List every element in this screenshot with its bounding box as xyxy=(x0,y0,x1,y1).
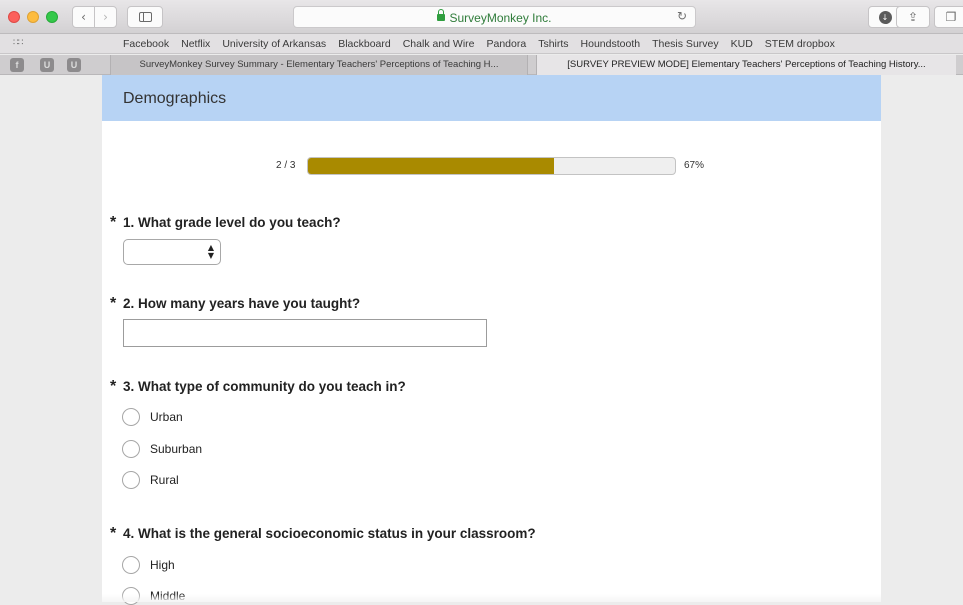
radio-option-rural[interactable]: Rural xyxy=(122,471,179,489)
favorite-link-thesis-survey[interactable]: Thesis Survey xyxy=(652,38,719,50)
grade-level-select[interactable]: ▲ ▼ xyxy=(123,239,221,265)
address-bar[interactable]: SurveyMonkey Inc. ↻ xyxy=(293,6,696,28)
tabs-icon: ❐ xyxy=(945,10,957,24)
question-2-title: * 2. How many years have you taught? xyxy=(110,295,360,313)
radio-button[interactable] xyxy=(122,440,140,458)
pinned-tab-facebook[interactable]: f xyxy=(10,58,24,72)
favorites-links: Facebook Netflix University of Arkansas … xyxy=(123,38,847,50)
survey-page: Demographics 2 / 3 67% * 1. What grade l… xyxy=(102,75,881,605)
question-text: How many years have you taught? xyxy=(138,296,361,311)
required-marker: * xyxy=(110,378,117,395)
minimize-window-button[interactable] xyxy=(27,11,39,23)
radio-option-urban[interactable]: Urban xyxy=(122,408,183,426)
arkansas-u-icon: U xyxy=(70,60,78,70)
radio-label: Urban xyxy=(150,410,183,424)
share-icon: ⇪ xyxy=(907,10,919,24)
show-tabs-button[interactable]: ❐ xyxy=(934,6,963,28)
arkansas-u-icon: U xyxy=(43,60,51,70)
select-arrows-icon: ▲ ▼ xyxy=(207,243,214,260)
radio-label: Suburban xyxy=(150,442,203,456)
share-button[interactable]: ⇪ xyxy=(896,6,930,28)
favorite-link-university-of-arkansas[interactable]: University of Arkansas xyxy=(222,38,326,50)
favorite-link-blackboard[interactable]: Blackboard xyxy=(338,38,391,50)
favorite-link-houndstooth[interactable]: Houndstooth xyxy=(581,38,641,50)
tab-bar: f U U SurveyMonkey Survey Summary - Elem… xyxy=(0,55,963,75)
progress-bar xyxy=(307,157,676,175)
reload-icon[interactable]: ↻ xyxy=(677,9,687,23)
required-marker: * xyxy=(110,525,117,542)
tab-title: [SURVEY PREVIEW MODE] Elementary Teacher… xyxy=(567,59,926,70)
required-marker: * xyxy=(110,214,117,231)
favorite-link-tshirts[interactable]: Tshirts xyxy=(538,38,568,50)
url-display: SurveyMonkey Inc. xyxy=(294,9,695,25)
question-number: 4. xyxy=(123,526,135,541)
tab-survey-preview[interactable]: [SURVEY PREVIEW MODE] Elementary Teacher… xyxy=(536,55,956,75)
page-title: Demographics xyxy=(123,90,227,107)
sidebar-button[interactable] xyxy=(127,6,163,28)
browser-toolbar: ‹ › SurveyMonkey Inc. ↻ ↓ ⇪ ❐ xyxy=(0,0,963,34)
pinned-tab-arkansas-1[interactable]: U xyxy=(40,58,54,72)
page-header: Demographics xyxy=(102,75,881,121)
url-text: SurveyMonkey Inc. xyxy=(449,11,552,25)
required-marker: * xyxy=(110,295,117,312)
progress-percent: 67% xyxy=(684,160,705,171)
fullscreen-window-button[interactable] xyxy=(46,11,58,23)
question-text: What grade level do you teach? xyxy=(138,215,341,230)
favorite-link-chalk-and-wire[interactable]: Chalk and Wire xyxy=(403,38,475,50)
radio-button[interactable] xyxy=(122,408,140,426)
favorite-link-pandora[interactable]: Pandora xyxy=(487,38,527,50)
tab-title: SurveyMonkey Survey Summary - Elementary… xyxy=(139,59,499,70)
favorite-link-stem-dropbox[interactable]: STEM dropbox xyxy=(765,38,835,50)
radio-option-high[interactable]: High xyxy=(122,556,175,574)
chevron-left-icon: ‹ xyxy=(81,10,86,24)
question-text: What is the general socioeconomic status… xyxy=(138,526,536,541)
radio-option-suburban[interactable]: Suburban xyxy=(122,440,202,458)
favorites-bar: ∷∷ Facebook Netflix University of Arkans… xyxy=(0,34,963,54)
question-1-title: * 1. What grade level do you teach? xyxy=(110,214,341,232)
top-sites-grid-icon[interactable]: ∷∷ xyxy=(13,39,25,48)
forward-button[interactable]: › xyxy=(94,6,117,28)
question-3-title: * 3. What type of community do you teach… xyxy=(110,378,406,396)
download-icon: ↓ xyxy=(878,10,892,24)
question-number: 1. xyxy=(123,215,135,230)
facebook-icon: f xyxy=(15,60,19,70)
radio-button[interactable] xyxy=(122,556,140,574)
lock-icon xyxy=(437,9,446,21)
question-number: 2. xyxy=(123,296,135,311)
progress-fill xyxy=(308,158,554,174)
favorite-link-kud[interactable]: KUD xyxy=(731,38,753,50)
favorite-link-facebook[interactable]: Facebook xyxy=(123,38,169,50)
favorite-link-netflix[interactable]: Netflix xyxy=(181,38,210,50)
radio-button[interactable] xyxy=(122,471,140,489)
question-4-title: * 4. What is the general socioeconomic s… xyxy=(110,525,536,543)
radio-label: Rural xyxy=(150,473,179,487)
radio-label: High xyxy=(150,558,175,572)
question-text: What type of community do you teach in? xyxy=(138,379,406,394)
scroll-fade xyxy=(102,594,881,602)
back-button[interactable]: ‹ xyxy=(72,6,95,28)
tab-survey-summary[interactable]: SurveyMonkey Survey Summary - Elementary… xyxy=(110,55,528,75)
sidebar-icon xyxy=(138,12,152,22)
chevron-right-icon: › xyxy=(103,10,108,24)
progress-label: 2 / 3 xyxy=(276,160,296,171)
question-number: 3. xyxy=(123,379,135,394)
pinned-tab-arkansas-2[interactable]: U xyxy=(67,58,81,72)
years-taught-input[interactable] xyxy=(123,319,487,347)
close-window-button[interactable] xyxy=(8,11,20,23)
